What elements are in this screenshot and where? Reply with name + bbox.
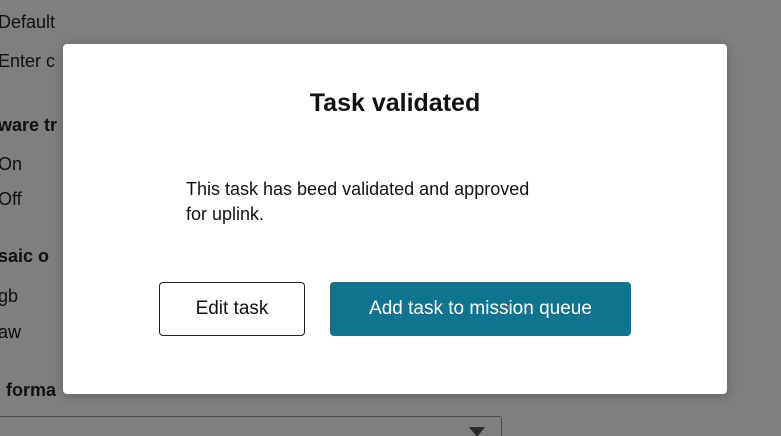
page: Default Enter c ware tr On Off saic o gb… [0,0,781,436]
edit-task-button[interactable]: Edit task [159,282,305,336]
task-validated-dialog: Task validated This task has beed valida… [63,44,727,394]
dialog-message: This task has beed validated and approve… [186,179,530,224]
dialog-title: Task validated [309,89,481,117]
add-to-mission-queue-button[interactable]: Add task to mission queue [330,282,631,336]
